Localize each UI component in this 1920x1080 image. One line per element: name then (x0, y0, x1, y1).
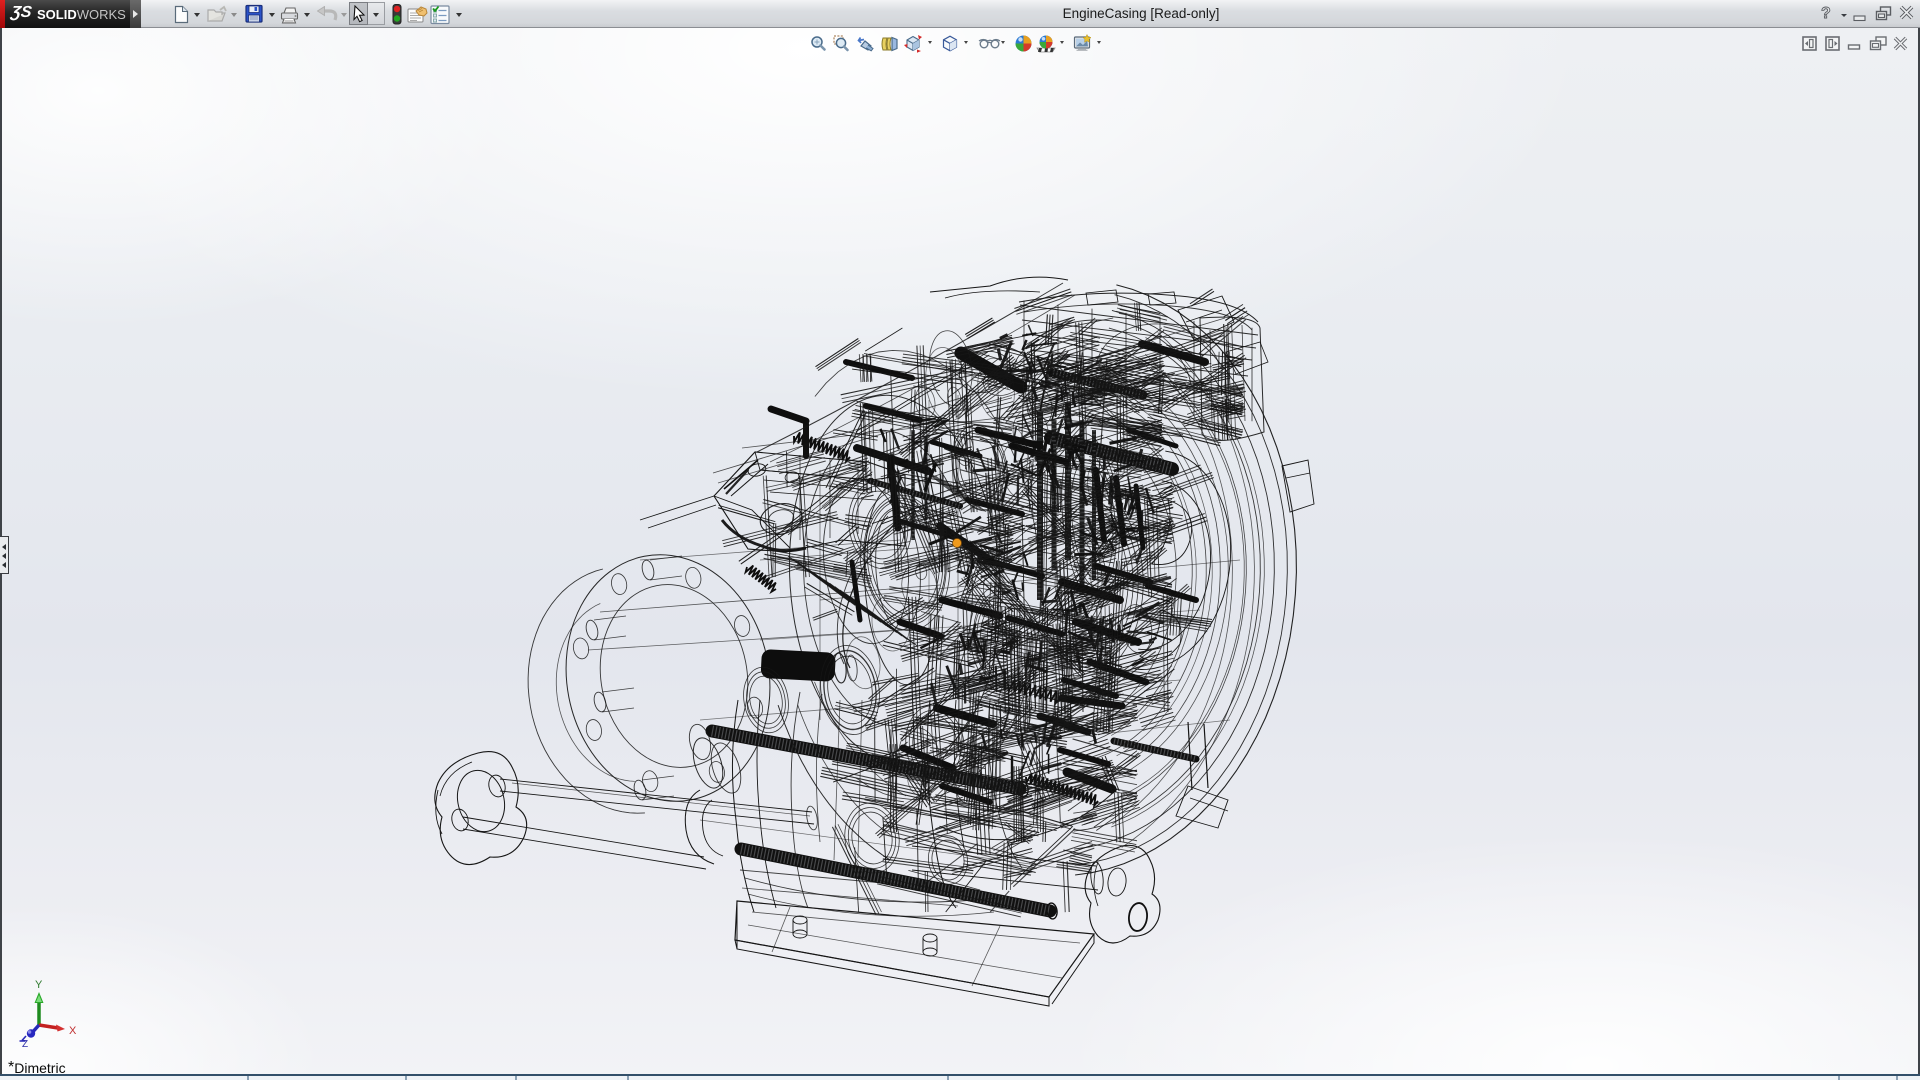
svg-text:Y: Y (35, 979, 43, 991)
svg-text:X: X (69, 1025, 77, 1037)
svg-text:Z: Z (22, 1039, 28, 1050)
svg-text:?: ? (1821, 5, 1831, 22)
